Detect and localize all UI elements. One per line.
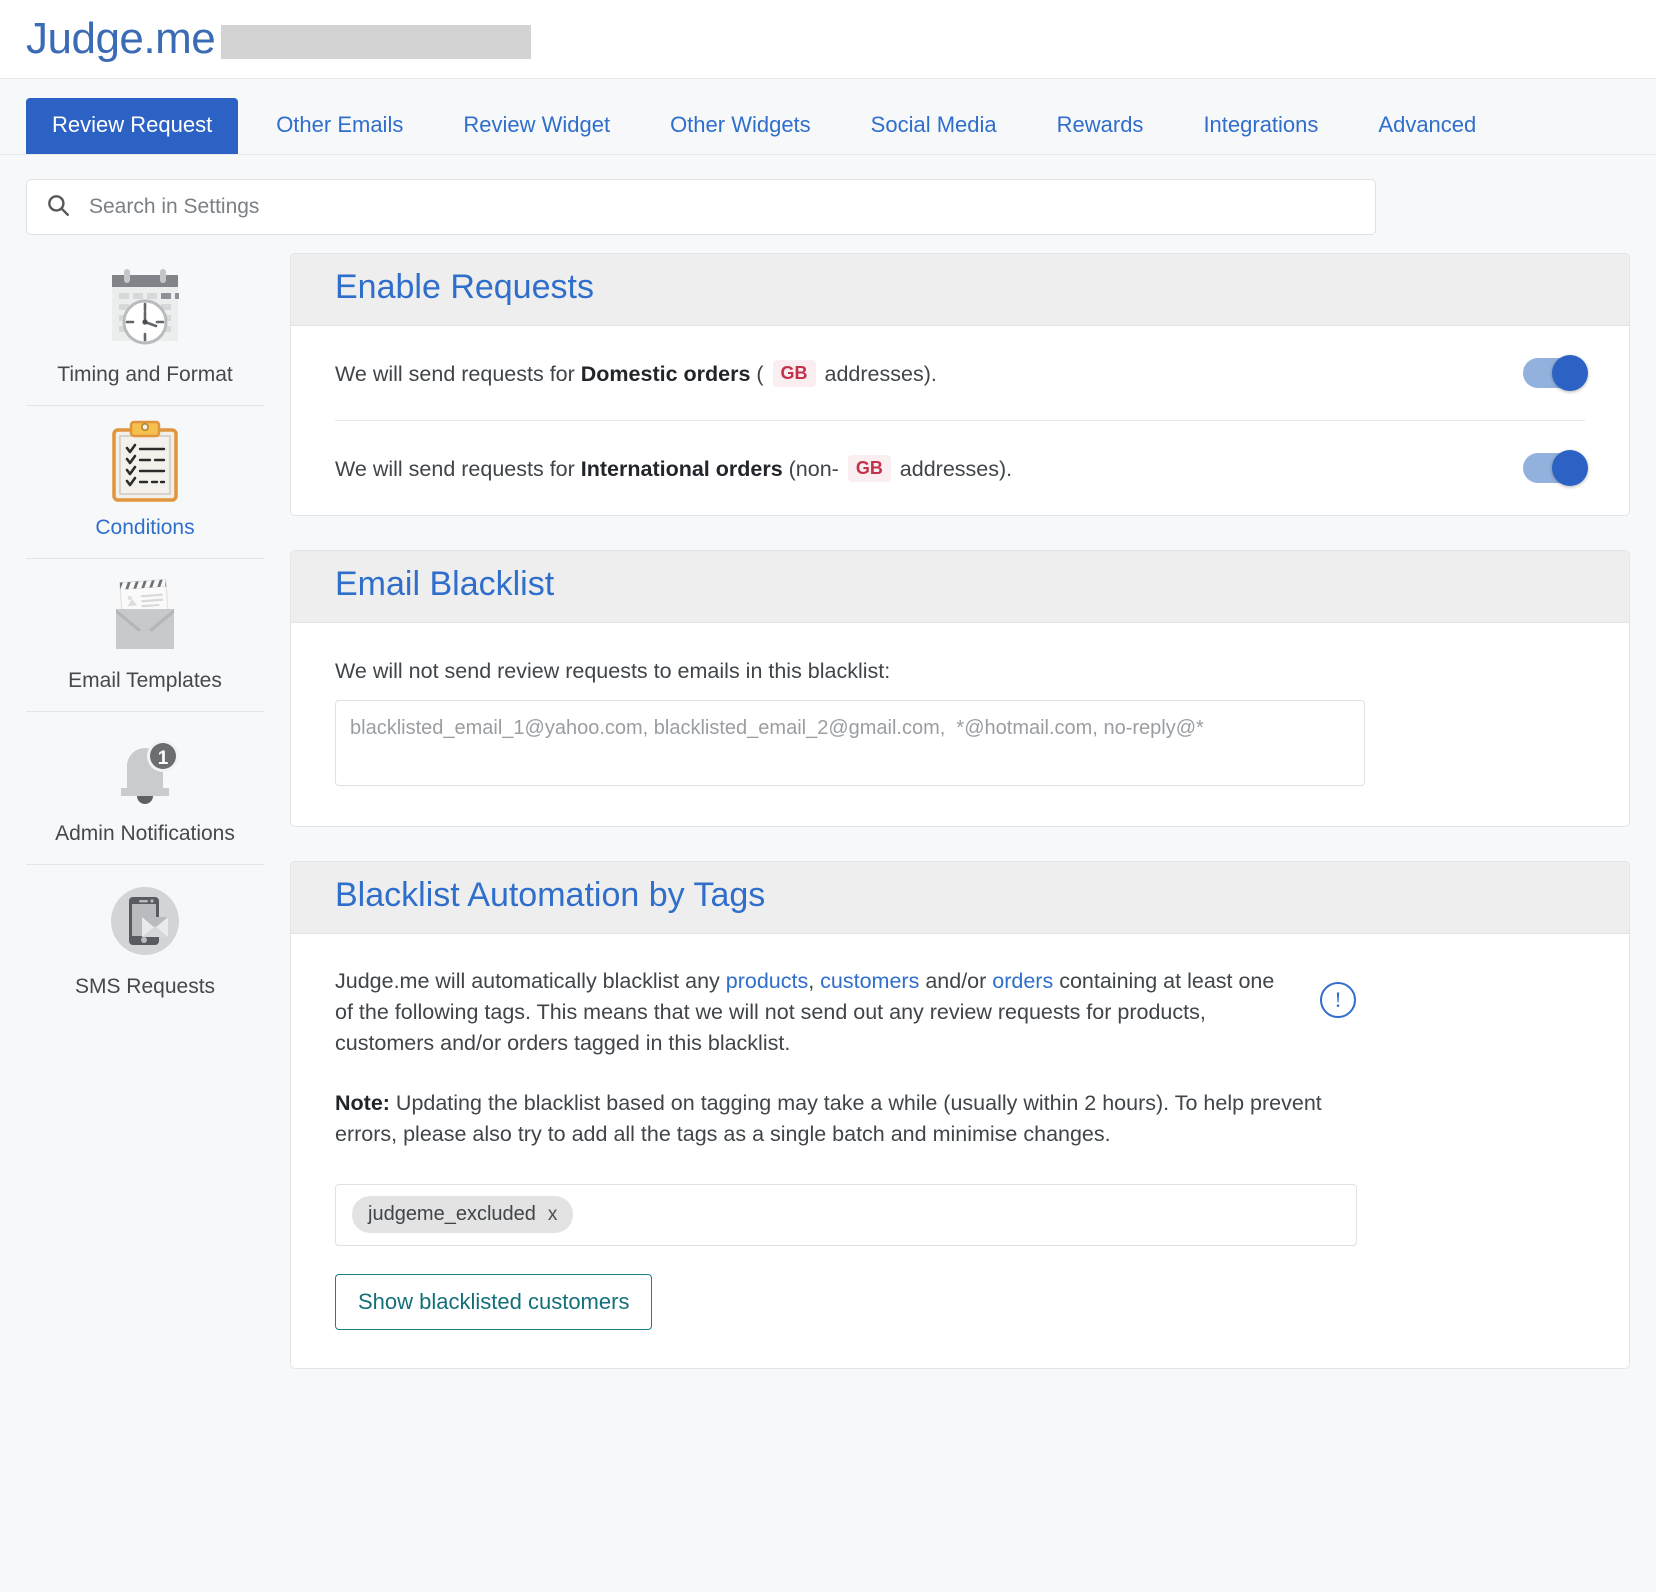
tag-chip[interactable]: judgeme_excluded x (352, 1196, 574, 1234)
sidebar-item-label: SMS Requests (74, 975, 216, 998)
sidebar-item-email-templates[interactable]: Email Templates (26, 559, 264, 712)
main-tabs: Review Request Other Emails Review Widge… (0, 79, 1656, 155)
sidebar-item-sms-requests[interactable]: SMS Requests (26, 865, 264, 1017)
tab-rewards[interactable]: Rewards (1035, 98, 1166, 154)
email-blacklist-textarea[interactable] (335, 700, 1365, 786)
international-orders-label: We will send requests for International … (335, 454, 1013, 482)
blacklist-description: Judge.me will automatically blacklist an… (335, 934, 1280, 1060)
sidebar-item-label: Admin Notifications (55, 822, 235, 845)
row-mid: (non- (782, 456, 845, 481)
search-box[interactable] (26, 179, 1376, 235)
desc-comma: , (808, 969, 821, 993)
note-label: Note: (335, 1090, 390, 1115)
app-header: Judge.me (0, 0, 1656, 79)
sidebar-item-conditions[interactable]: Conditions (26, 406, 264, 559)
desc-part-1: Judge.me will automatically blacklist an… (335, 969, 726, 993)
domestic-orders-toggle[interactable] (1523, 355, 1588, 391)
email-blacklist-label: We will not send review requests to emai… (335, 659, 891, 683)
tab-other-widgets[interactable]: Other Widgets (648, 98, 833, 154)
bell-badge-count: 1 (158, 748, 169, 769)
tab-social-media[interactable]: Social Media (849, 98, 1019, 154)
sidebar-item-timing-and-format[interactable]: Timing and Format (26, 253, 264, 406)
card-header: Enable Requests (291, 254, 1629, 326)
desc-part-2: and/or (919, 969, 993, 993)
international-orders-toggle[interactable] (1523, 450, 1588, 486)
search-area (0, 155, 1656, 235)
tab-other-emails[interactable]: Other Emails (254, 98, 425, 154)
tab-review-widget[interactable]: Review Widget (441, 98, 632, 154)
card-title: Email Blacklist (335, 565, 555, 603)
info-exclamation-icon[interactable]: ! (1320, 982, 1356, 1018)
link-customers[interactable]: customers (820, 969, 919, 993)
sidebar-item-label: Timing and Format (57, 363, 233, 386)
card-header: Email Blacklist (291, 551, 1629, 623)
card-body: Judge.me will automatically blacklist an… (291, 934, 1629, 1368)
envelope-letter-icon (26, 573, 264, 657)
tab-advanced[interactable]: Advanced (1356, 98, 1498, 154)
bell-icon: 1 (26, 726, 264, 810)
settings-layout: Timing and Format Conditions Email Templ… (0, 235, 1656, 1403)
app-logo[interactable]: Judge.me (26, 17, 216, 61)
tab-integrations[interactable]: Integrations (1181, 98, 1340, 154)
sidebar-item-label: Conditions (95, 516, 195, 539)
calendar-clock-icon (26, 267, 264, 351)
clipboard-checklist-icon (26, 420, 264, 504)
domestic-orders-label: We will send requests for Domestic order… (335, 359, 937, 387)
sidebar-item-admin-notifications[interactable]: 1 Admin Notifications (26, 712, 264, 865)
tag-chip-remove-icon[interactable]: x (548, 1204, 558, 1226)
card-header: Blacklist Automation by Tags (291, 862, 1629, 934)
row-bold: International orders (580, 456, 783, 481)
card-title: Enable Requests (335, 268, 594, 306)
domestic-orders-row: We will send requests for Domestic order… (335, 326, 1588, 420)
row-mid: ( (750, 361, 770, 386)
show-blacklisted-customers-button[interactable]: Show blacklisted customers (335, 1273, 653, 1330)
description-block: Judge.me will automatically blacklist an… (335, 934, 1585, 1060)
enable-requests-card: Enable Requests We will send requests fo… (290, 253, 1630, 516)
card-body: We will not send review requests to emai… (291, 623, 1629, 786)
note-text: Updating the blacklist based on tagging … (335, 1090, 1322, 1146)
redacted-shop-name (221, 25, 532, 59)
link-orders[interactable]: orders (992, 969, 1053, 993)
row-suffix: addresses). (818, 361, 937, 386)
search-icon (45, 192, 71, 223)
blacklist-automation-card: Blacklist Automation by Tags Judge.me wi… (290, 861, 1630, 1369)
email-blacklist-card: Email Blacklist We will not send review … (290, 550, 1630, 827)
tag-chip-label: judgeme_excluded (368, 1203, 536, 1226)
row-bold: Domestic orders (580, 361, 751, 386)
blacklist-note: Note: Updating the blacklist based on ta… (335, 1060, 1335, 1150)
row-prefix: We will send requests for (335, 361, 581, 386)
country-badge: GB (772, 359, 816, 387)
tags-input[interactable]: judgeme_excluded x (335, 1183, 1357, 1246)
country-badge: GB (847, 454, 891, 482)
phone-message-icon (26, 879, 264, 963)
settings-content: Enable Requests We will send requests fo… (290, 253, 1630, 1403)
card-body: We will send requests for Domestic order… (291, 326, 1629, 515)
row-suffix: addresses). (893, 456, 1013, 481)
row-prefix: We will send requests for (335, 456, 581, 481)
link-products[interactable]: products (726, 969, 808, 993)
card-title: Blacklist Automation by Tags (335, 876, 766, 914)
settings-sidebar: Timing and Format Conditions Email Templ… (26, 253, 264, 1403)
international-orders-row: We will send requests for International … (335, 420, 1588, 515)
sidebar-item-label: Email Templates (68, 669, 222, 692)
tab-review-request[interactable]: Review Request (26, 98, 239, 154)
search-input[interactable] (87, 194, 1357, 220)
